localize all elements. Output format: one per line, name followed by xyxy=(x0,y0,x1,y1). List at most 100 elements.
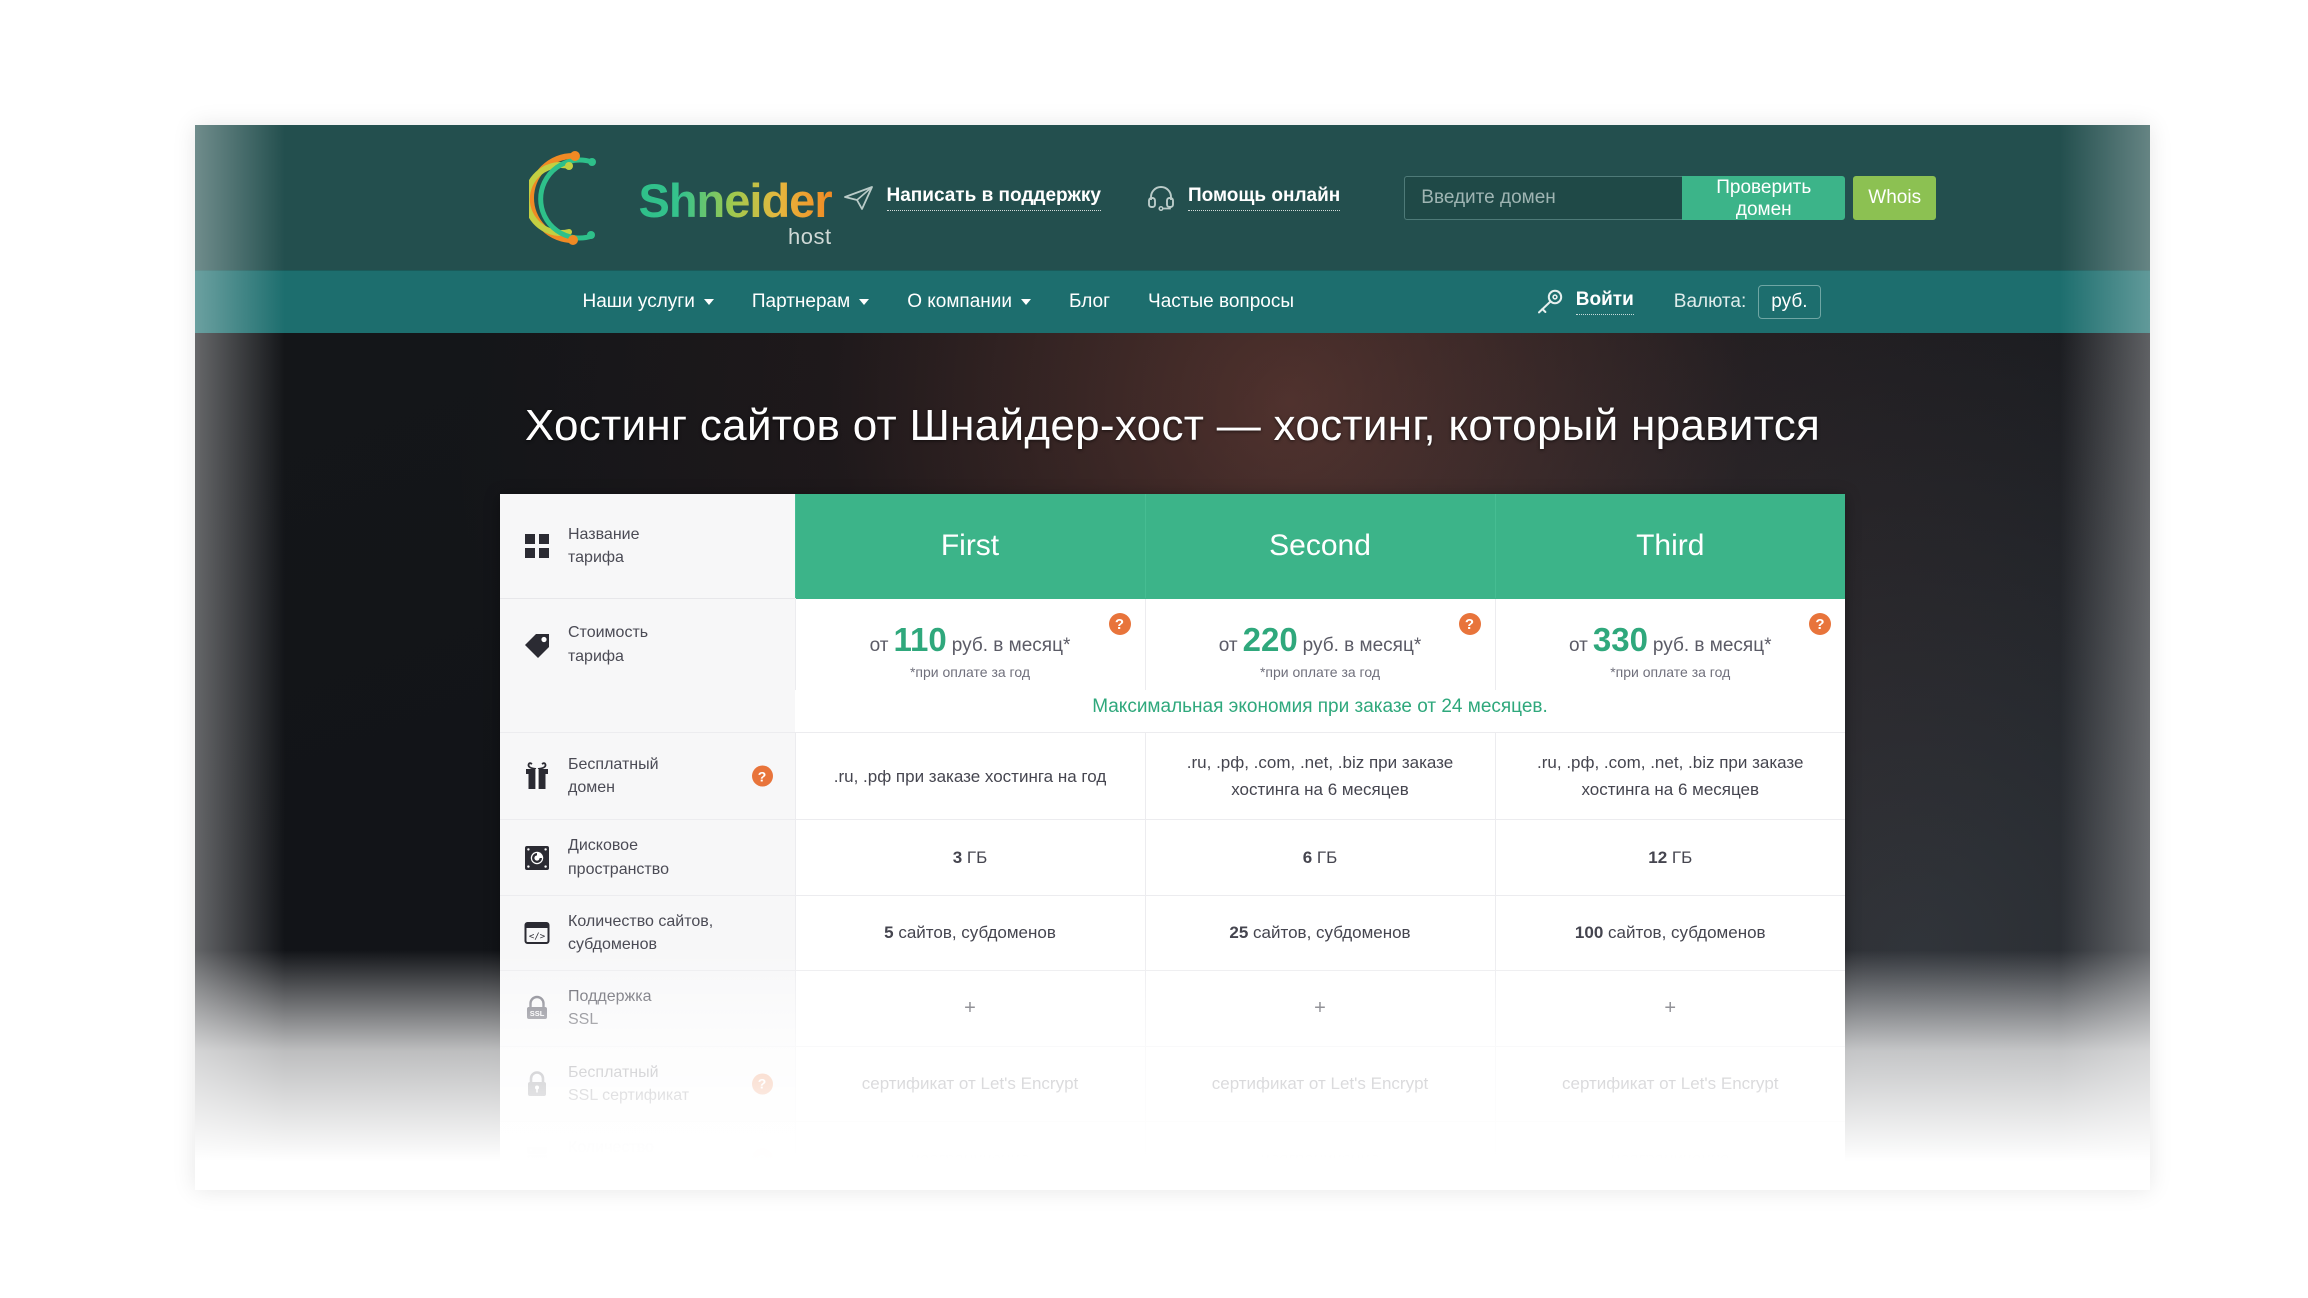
price-note: *при оплате за год xyxy=(909,664,1030,680)
table-row-promo: Максимальная экономия при заказе от 24 м… xyxy=(500,690,1845,733)
logo-wordmark: Shneider xyxy=(638,173,833,227)
value-cell: .ru, .рф, .com, .net, .biz при заказе хо… xyxy=(1494,732,1845,821)
check-domain-button[interactable]: Проверить домен xyxy=(1682,175,1846,220)
price-cell-third: от 330 руб. в месяц* *при оплате за год ? xyxy=(1494,598,1845,690)
value-cell: неограниченно xyxy=(1144,1121,1495,1190)
paper-plane-icon xyxy=(843,185,874,211)
feature-label-line2: MySQL БД xyxy=(568,1162,647,1180)
logo[interactable]: Shneider host xyxy=(523,148,833,248)
feature-label-line1: Стоимость xyxy=(568,624,649,642)
price-note: *при оплате за год xyxy=(1610,664,1731,680)
value-number: 6 xyxy=(1302,847,1313,867)
table-row: SSL Поддержка SSL + + + xyxy=(500,970,1845,1047)
domain-search: Проверить домен Whois xyxy=(1404,175,1937,220)
nav-item-company-label: О компании xyxy=(907,291,1012,312)
help-icon[interactable]: ? xyxy=(751,765,773,787)
price-suffix: руб. в месяц* xyxy=(951,635,1071,656)
help-icon[interactable]: ? xyxy=(1108,613,1131,635)
value-cell: 6 ГБ xyxy=(1144,819,1495,896)
feature-cell-disk-space: Дисковое пространство xyxy=(500,819,795,896)
plan-header-first[interactable]: First xyxy=(794,494,1145,599)
value-cell: .ru, .рф, .com, .net, .biz при заказе хо… xyxy=(1144,732,1495,821)
whois-button[interactable]: Whois xyxy=(1853,175,1937,220)
feature-label-line2: тарифа xyxy=(568,647,624,665)
lock-icon xyxy=(522,1067,552,1101)
feature-label-line2: SSL сертификат xyxy=(568,1086,690,1104)
price-value: 220 xyxy=(1242,621,1298,658)
feature-cell-price: Стоимость тарифа xyxy=(500,598,795,690)
site-screenshot: Shneider host Написать в поддержку Помощ… xyxy=(195,125,2150,1190)
nav-item-blog[interactable]: Блог xyxy=(1069,291,1110,313)
domain-search-input[interactable] xyxy=(1404,175,1683,220)
value-number: 5 xyxy=(884,923,894,943)
value-cell: 25 сайтов, субдоменов xyxy=(1144,895,1495,972)
feature-label-line1: Количество сайтов, xyxy=(568,912,714,930)
code-window-icon: </> xyxy=(522,916,552,950)
feature-label-line2: домен xyxy=(568,779,615,797)
help-icon[interactable]: ? xyxy=(751,1148,773,1170)
feature-label-line2: тарифа xyxy=(568,549,624,566)
price-prefix: от xyxy=(1569,635,1588,656)
value-unit: ГБ xyxy=(966,847,988,867)
feature-label-line2: SSL xyxy=(568,1011,599,1029)
value-cell: 5 сайтов, субдоменов xyxy=(794,895,1145,972)
table-row: </> Количество сайтов, субдоменов 5 сайт… xyxy=(500,895,1845,972)
site-header: Shneider host Написать в поддержку Помощ… xyxy=(195,125,2150,270)
svg-text:SSL: SSL xyxy=(530,1009,545,1018)
headset-icon xyxy=(1147,185,1175,211)
tag-icon xyxy=(522,628,552,662)
value-cell: неограниченно xyxy=(794,1121,1145,1190)
price-suffix: руб. в месяц* xyxy=(1302,635,1422,656)
value-cell: неограниченно xyxy=(1494,1121,1845,1190)
online-help-link[interactable]: Помощь онлайн xyxy=(1147,185,1341,211)
value-cell: 12 ГБ xyxy=(1494,819,1845,896)
price-cell-second: от 220 руб. в месяц* *при оплате за год ? xyxy=(1144,598,1495,690)
table-row: Количество MySQL БД ? неограниченно неог… xyxy=(500,1121,1845,1190)
main-navigation: Наши услуги Партнерам О компании Блог Ча… xyxy=(195,270,2150,333)
value-number: 100 xyxy=(1574,923,1604,943)
svg-text:</>: </> xyxy=(529,932,546,942)
feature-cell-free-domain: Бесплатный домен ? xyxy=(500,732,795,821)
value-number: 25 xyxy=(1229,923,1249,943)
hdd-icon xyxy=(522,841,552,875)
login-link-label: Войти xyxy=(1575,289,1634,315)
value-cell: 100 сайтов, субдоменов xyxy=(1494,895,1845,972)
plan-header-third[interactable]: Third xyxy=(1494,494,1845,599)
nav-item-partners[interactable]: Партнерам xyxy=(752,291,870,313)
nav-item-faq[interactable]: Частые вопросы xyxy=(1148,291,1294,313)
page-title: Хостинг сайтов от Шнайдер-хост — хостинг… xyxy=(524,401,1821,450)
ssl-lock-icon: SSL xyxy=(522,991,552,1025)
feature-cell-ssl-certificate: Бесплатный SSL сертификат ? xyxy=(500,1046,795,1122)
database-icon xyxy=(522,1142,552,1176)
value-cell: + xyxy=(1144,970,1495,1047)
price-value: 110 xyxy=(893,621,947,658)
value-cell: сертификат от Let's Encrypt xyxy=(1144,1046,1495,1122)
price-suffix: руб. в месяц* xyxy=(1652,635,1772,656)
help-icon[interactable]: ? xyxy=(1458,613,1481,635)
table-row: Бесплатный домен ? .ru, .рф при заказе х… xyxy=(500,732,1845,821)
currency-selector[interactable]: руб. xyxy=(1758,285,1821,319)
login-link[interactable]: Войти xyxy=(1534,289,1634,315)
price-prefix: от xyxy=(869,635,889,656)
value-unit: сайтов, субдоменов xyxy=(1608,923,1766,943)
nav-item-services[interactable]: Наши услуги xyxy=(583,291,714,313)
price-prefix: от xyxy=(1218,635,1238,656)
feature-label-line1: Поддержка xyxy=(568,988,652,1006)
feature-label-line2: субдоменов xyxy=(568,935,657,953)
key-icon xyxy=(1534,289,1564,315)
support-link[interactable]: Написать в поддержку xyxy=(843,185,1101,211)
value-number: 12 xyxy=(1648,847,1668,867)
hero-section: Хостинг сайтов от Шнайдер-хост — хостинг… xyxy=(195,333,2150,1190)
chevron-down-icon xyxy=(703,299,714,305)
feature-cell-plan-name: Название тарифа xyxy=(500,494,795,599)
value-cell: 3 ГБ xyxy=(794,819,1145,896)
nav-item-company[interactable]: О компании xyxy=(907,291,1031,313)
value-unit: ГБ xyxy=(1671,847,1693,867)
help-icon[interactable]: ? xyxy=(751,1073,773,1095)
table-row: Дисковое пространство 3 ГБ 6 ГБ 12 ГБ xyxy=(500,819,1845,896)
plan-header-second[interactable]: Second xyxy=(1144,494,1495,599)
value-cell: + xyxy=(794,970,1145,1047)
help-icon[interactable]: ? xyxy=(1809,613,1831,635)
table-header-row: Название тарифа First Second Third xyxy=(500,494,1845,599)
value-unit: сайтов, субдоменов xyxy=(898,923,1056,943)
